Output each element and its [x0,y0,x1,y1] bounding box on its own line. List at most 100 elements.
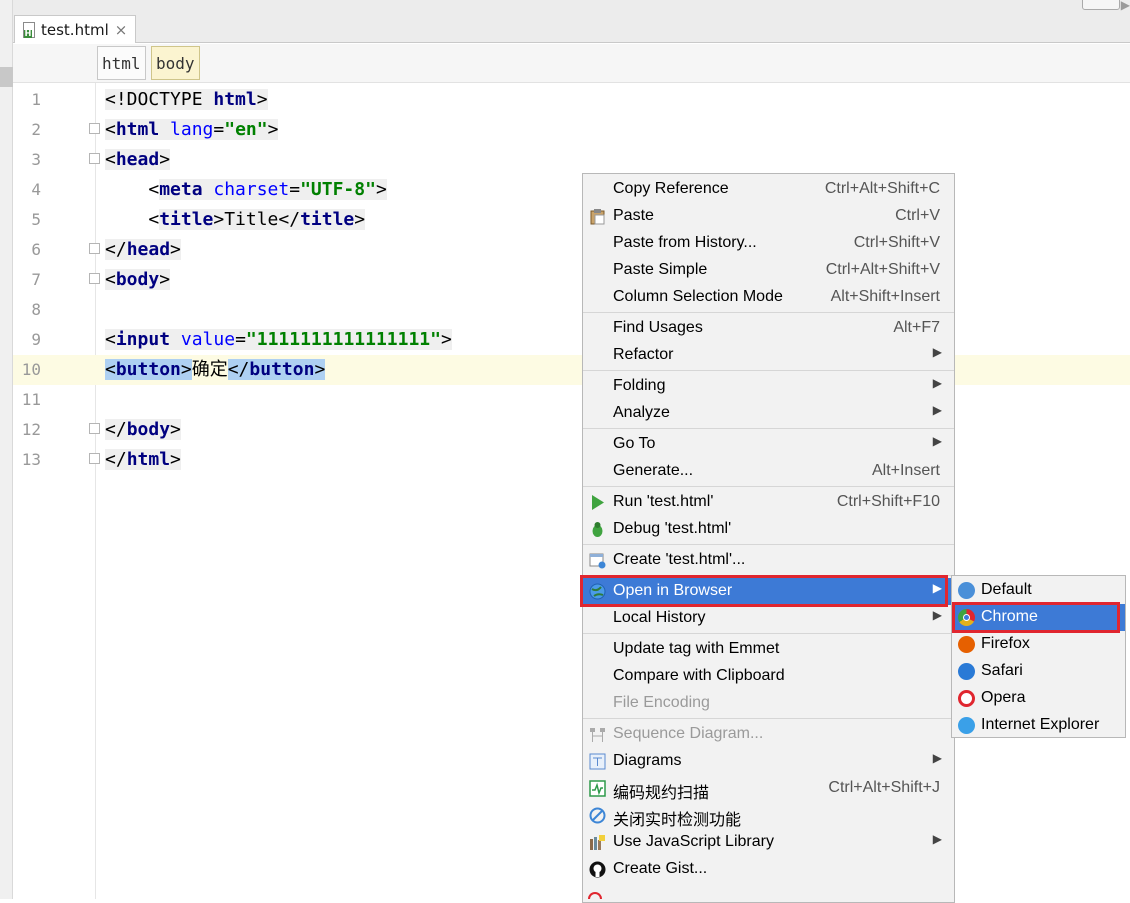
menu-item-debug-test-html[interactable]: Debug 'test.html' [583,516,954,543]
code-text: </body> [105,415,181,445]
fold-marker-icon[interactable] [89,273,100,284]
menu-item-refactor[interactable]: Refactor ▶ [583,342,954,369]
code-text: <head> [105,145,171,175]
browser-item-chrome[interactable]: Chrome [952,604,1125,631]
toolbar-button[interactable] [1082,0,1120,10]
menu-item-copy-reference[interactable]: Copy Reference Ctrl+Alt+Shift+C [583,176,954,203]
menu-item-paste-simple[interactable]: Paste Simple Ctrl+Alt+Shift+V [583,257,954,284]
menu-separator [583,428,954,429]
ie-icon [958,717,975,734]
menu-item-update-tag-with-emmet[interactable]: Update tag with Emmet [583,636,954,663]
code-line[interactable]: 12 </body> [13,415,1130,445]
code-text: <input value="1111111111111111"> [105,325,452,355]
menu-item-open-in-browser[interactable]: Open in Browser ▶ [583,578,954,605]
menu-item-find-usages[interactable]: Find Usages Alt+F7 [583,315,954,342]
menu-item-run-test-html[interactable]: Run 'test.html' Ctrl+Shift+F10 [583,489,954,516]
breadcrumb-body[interactable]: body [151,46,200,80]
code-token: > [354,209,366,230]
menu-item-shortcut: Ctrl+Alt+Shift+J [828,779,940,796]
code-token: value [180,329,236,350]
browser-item-internet-explorer[interactable]: Internet Explorer [952,712,1125,739]
fold-marker-icon[interactable] [89,153,100,164]
tab-test-html[interactable]: test.html × [14,15,136,43]
code-token: </ [105,449,127,470]
line-number: 11 [21,390,41,409]
fold-marker-icon[interactable] [89,453,100,464]
code-token: > [170,239,181,260]
code-token: input [115,329,181,350]
code-token: > [170,449,181,470]
browser-item-firefox[interactable]: Firefox [952,631,1125,658]
code-token: </ [227,359,250,380]
menu-item-folding[interactable]: Folding ▶ [583,373,954,400]
menu-item-diagrams[interactable]: Diagrams ▶ [583,748,954,775]
code-line[interactable]: 10 <button>确定</button> [13,355,1130,385]
default-browser-icon [958,582,975,599]
menu-item-generate[interactable]: Generate... Alt+Insert [583,458,954,485]
menu-item-local-history[interactable]: Local History ▶ [583,605,954,632]
code-token: = [289,179,301,200]
menu-item-label: Debug 'test.html' [613,520,732,537]
menu-item-paste[interactable]: Paste Ctrl+V [583,203,954,230]
submenu-arrow-icon: ▶ [932,581,942,595]
code-line[interactable]: 2 <html lang="en"> [13,115,1130,145]
browser-item-label: Opera [981,689,1026,706]
structure-marker[interactable] [0,67,13,87]
code-token: >Title</ [213,209,301,230]
code-token: < [105,119,116,140]
line-number: 7 [31,270,41,289]
globe-icon [589,583,606,600]
menu-separator [583,544,954,545]
code-token: meta [159,179,214,200]
code-line[interactable]: 6 </head> [13,235,1130,265]
code-line[interactable]: 13 </html> [13,445,1130,475]
run-icon [589,494,606,511]
code-line[interactable]: 7 <body> [13,265,1130,295]
code-line[interactable]: 4 <meta charset="UTF-8"> [13,175,1130,205]
submenu-arrow-icon: ▶ [932,434,942,448]
github-icon [589,861,606,878]
code-line[interactable]: 9 <input value="1111111111111111"> [13,325,1130,355]
menu-item-label: 关闭实时检测功能 [613,812,742,829]
menu-item-label: Go To [613,435,656,452]
browser-item-opera[interactable]: Opera [952,685,1125,712]
tab-label: test.html [41,20,109,39]
menu-item-label: Find Usages [613,319,703,336]
code-line[interactable]: 1 <!DOCTYPE html> [13,85,1130,115]
fold-marker-icon[interactable] [89,123,100,134]
menu-item-column-selection-mode[interactable]: Column Selection Mode Alt+Shift+Insert [583,284,954,311]
code-token: > [159,269,171,290]
browser-item-label: Default [981,581,1032,598]
menu-item-shortcut: Ctrl+Shift+V [853,234,940,251]
code-line[interactable]: 11 [13,385,1130,415]
menu-item-create-gist[interactable]: Create Gist... [583,856,954,883]
browser-item-default[interactable]: Default [952,577,1125,604]
breadcrumb-html[interactable]: html [97,46,146,80]
menu-item-label: Local History [613,609,706,626]
left-tool-strip [0,0,13,899]
menu-item-item-22[interactable]: 关闭实时检测功能 [583,802,954,829]
fold-marker-icon[interactable] [89,423,100,434]
code-line[interactable]: 8 [13,295,1130,325]
menu-item-label: Column Selection Mode [613,288,783,305]
code-line[interactable]: 5 <title>Title</title> [13,205,1130,235]
fold-marker-icon[interactable] [89,243,100,254]
code-line[interactable]: 3 <head> [13,145,1130,175]
menu-item-use-javascript-library[interactable]: Use JavaScript Library ▶ [583,829,954,856]
menu-item-label: File Encoding [613,694,710,711]
menu-separator [583,575,954,576]
opera-icon [958,690,975,707]
run-arrow-icon[interactable]: ▶ [1121,0,1130,12]
menu-item-analyze[interactable]: Analyze ▶ [583,400,954,427]
submenu-arrow-icon: ▶ [932,751,942,765]
line-number: 1 [31,90,41,109]
menu-item-shortcut: Ctrl+V [895,207,940,224]
menu-item-go-to[interactable]: Go To ▶ [583,431,954,458]
menu-item-create-test-html[interactable]: Create 'test.html'... [583,547,954,574]
clipboard-icon [589,208,606,225]
menu-item-paste-from-history[interactable]: Paste from History... Ctrl+Shift+V [583,230,954,257]
menu-item-compare-with-clipboard[interactable]: Compare with Clipboard [583,663,954,690]
menu-item-item-21[interactable]: 编码规约扫描 Ctrl+Alt+Shift+J [583,775,954,802]
close-icon[interactable]: × [115,21,128,39]
browser-item-safari[interactable]: Safari [952,658,1125,685]
